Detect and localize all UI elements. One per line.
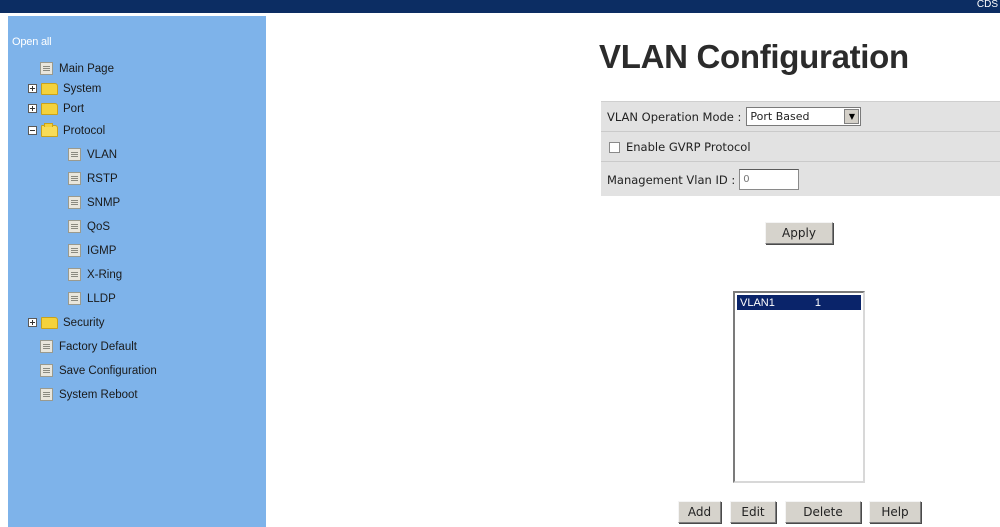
sidebar-item-label: VLAN — [87, 148, 118, 161]
sidebar-item-label: X-Ring — [87, 268, 123, 281]
page-title: VLAN Configuration — [599, 38, 909, 75]
sidebar-item-save-configuration[interactable]: Save Configuration — [40, 362, 157, 379]
folder-icon — [41, 102, 58, 115]
sidebar-item-vlan[interactable]: VLAN — [68, 146, 117, 163]
sidebar-item-snmp[interactable]: SNMP — [68, 194, 120, 211]
edit-button[interactable]: Edit — [730, 501, 776, 523]
vlan-listbox[interactable]: VLAN1 1 — [733, 291, 865, 483]
page-icon — [68, 220, 81, 233]
page-icon — [68, 268, 81, 281]
sidebar-menu: Open all Main Page System Port Protocol … — [8, 16, 266, 527]
vlan-settings-form: VLAN Operation Mode : Port Based ▼ Enabl… — [601, 101, 1000, 196]
gvrp-checkbox[interactable] — [609, 141, 620, 153]
sidebar-item-label: Main Page — [59, 62, 114, 75]
delete-button[interactable]: Delete — [785, 501, 861, 523]
sidebar-item-main-page[interactable]: Main Page — [40, 60, 114, 77]
vlan-name: VLAN1 — [740, 296, 775, 309]
sidebar-item-label: Security — [63, 316, 105, 329]
sidebar-item-system-reboot[interactable]: System Reboot — [40, 386, 138, 403]
page-icon — [40, 62, 53, 75]
sidebar-item-protocol[interactable]: Protocol — [28, 122, 105, 139]
sidebar-item-label: System — [63, 82, 102, 95]
sidebar-item-rstp[interactable]: RSTP — [68, 170, 118, 187]
mgmt-vlan-row: Management Vlan ID : 0 — [601, 163, 1000, 196]
folder-icon — [41, 82, 58, 95]
page-icon — [40, 340, 53, 353]
sidebar-item-label: Save Configuration — [59, 364, 157, 377]
gvrp-row: Enable GVRP Protocol — [601, 133, 1000, 162]
mgmt-vlan-input[interactable]: 0 — [739, 169, 800, 190]
page-icon — [68, 244, 81, 257]
operation-mode-value: Port Based — [750, 110, 810, 123]
apply-button[interactable]: Apply — [765, 222, 833, 244]
sidebar-item-igmp[interactable]: IGMP — [68, 242, 116, 259]
sidebar-item-security[interactable]: Security — [28, 314, 105, 331]
sidebar-item-label: IGMP — [87, 244, 117, 257]
sidebar-item-label: Factory Default — [59, 340, 137, 353]
vlan-id: 1 — [814, 296, 821, 309]
expand-icon[interactable] — [28, 104, 37, 113]
operation-mode-label: VLAN Operation Mode : — [607, 109, 742, 124]
help-button[interactable]: Help — [869, 501, 921, 523]
folder-icon — [41, 316, 58, 329]
sidebar-item-label: Protocol — [63, 124, 106, 137]
sidebar-item-system[interactable]: System — [28, 80, 101, 97]
mgmt-vlan-label: Management Vlan ID : — [607, 172, 736, 187]
banner-corner-text: CDS — [976, 0, 998, 10]
page-icon — [40, 364, 53, 377]
page-icon — [68, 196, 81, 209]
expand-icon[interactable] — [28, 84, 37, 93]
collapse-icon[interactable] — [28, 126, 37, 135]
operation-mode-row: VLAN Operation Mode : Port Based ▼ — [601, 102, 1000, 132]
page-icon — [68, 148, 81, 161]
operation-mode-select[interactable]: Port Based ▼ — [746, 107, 862, 126]
add-button[interactable]: Add — [678, 501, 721, 523]
sidebar-item-x-ring[interactable]: X-Ring — [68, 266, 122, 283]
chevron-down-icon[interactable]: ▼ — [844, 109, 860, 124]
page-icon — [68, 172, 81, 185]
gvrp-label: Enable GVRP Protocol — [626, 140, 751, 154]
page-icon — [40, 388, 53, 401]
sidebar-item-label: RSTP — [87, 172, 118, 185]
page-icon — [68, 292, 81, 305]
top-banner: CDS — [0, 0, 1000, 13]
sidebar-item-label: SNMP — [87, 196, 121, 209]
sidebar-item-lldp[interactable]: LLDP — [68, 290, 116, 307]
sidebar-item-port[interactable]: Port — [28, 100, 84, 117]
sidebar-item-factory-default[interactable]: Factory Default — [40, 338, 137, 355]
sidebar-item-label: Port — [63, 102, 85, 115]
sidebar-item-qos[interactable]: QoS — [68, 218, 110, 235]
open-folder-icon — [41, 122, 58, 137]
open-all-link[interactable]: Open all — [12, 36, 52, 48]
vlan-list-item[interactable]: VLAN1 1 — [737, 295, 861, 310]
expand-icon[interactable] — [28, 318, 37, 327]
sidebar-item-label: System Reboot — [59, 388, 138, 401]
sidebar-item-label: LLDP — [87, 292, 116, 305]
sidebar-item-label: QoS — [87, 220, 111, 233]
